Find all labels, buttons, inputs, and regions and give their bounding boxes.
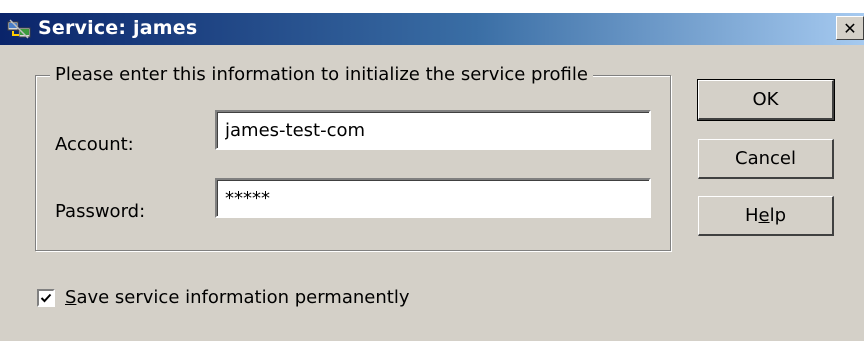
- save-mnemonic: S: [65, 287, 77, 308]
- save-permanently-row[interactable]: Save service information permanently: [37, 287, 409, 308]
- help-mnemonic: e: [758, 205, 770, 226]
- help-button[interactable]: He lp: [698, 196, 834, 236]
- account-label: Account:: [55, 134, 134, 155]
- close-button[interactable]: ✕: [836, 16, 864, 40]
- network-service-icon: [6, 16, 32, 42]
- window-title: Service: james: [38, 17, 198, 39]
- save-permanently-checkbox[interactable]: [37, 288, 55, 307]
- service-dialog: Service: james ✕ Please enter this infor…: [0, 13, 864, 341]
- checkmark-icon: [40, 293, 52, 302]
- save-label-rest: ave service information permanently: [76, 287, 410, 308]
- background-window-sliver: [0, 0, 864, 13]
- group-legend: Please enter this information to initial…: [50, 64, 593, 85]
- service-profile-group: Please enter this information to initial…: [35, 64, 671, 251]
- help-label-end: lp: [769, 205, 787, 226]
- close-icon: ✕: [843, 18, 857, 38]
- account-input[interactable]: [215, 110, 651, 150]
- save-permanently-label: Save service information permanently: [65, 287, 409, 308]
- title-bar[interactable]: Service: james ✕: [0, 13, 864, 45]
- ok-button[interactable]: OK: [697, 79, 835, 121]
- password-label: Password:: [55, 201, 146, 222]
- help-label-start: H: [744, 205, 759, 226]
- password-input[interactable]: [215, 178, 651, 218]
- cancel-button[interactable]: Cancel: [698, 139, 834, 179]
